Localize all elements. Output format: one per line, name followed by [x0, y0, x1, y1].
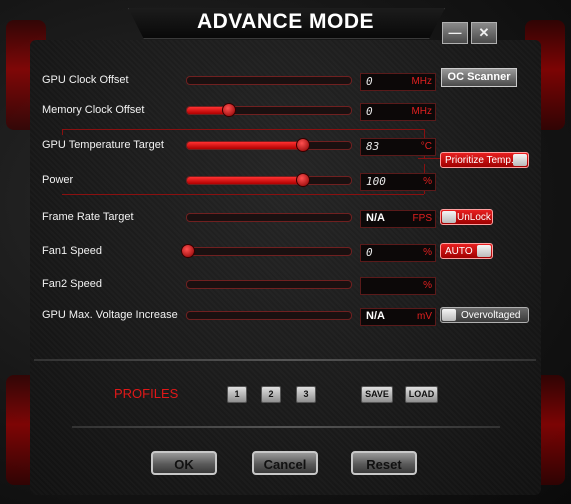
- control-value: 0: [366, 246, 373, 259]
- minimize-button[interactable]: —: [442, 22, 468, 44]
- control-slider[interactable]: [186, 138, 352, 152]
- overvoltaged-label: Overvoltaged: [461, 310, 521, 321]
- prioritize-temp-toggle[interactable]: Prioritize Temp.: [440, 152, 529, 168]
- control-value: 83: [366, 140, 380, 153]
- close-icon: ✕: [478, 25, 490, 40]
- slider-handle[interactable]: [222, 103, 236, 117]
- profile-save-button[interactable]: SAVE: [361, 386, 393, 403]
- control-value: 0: [366, 105, 373, 118]
- slider-fill: [187, 177, 302, 184]
- control-unit: %: [423, 247, 432, 258]
- control-slider[interactable]: [186, 213, 352, 222]
- control-slider[interactable]: [186, 76, 352, 85]
- prioritize-temp-label: Prioritize Temp.: [445, 155, 514, 166]
- control-value-field[interactable]: N/A FPS: [360, 210, 436, 228]
- control-value: 100: [366, 175, 386, 188]
- control-unit: %: [423, 280, 432, 291]
- slider-handle[interactable]: [295, 138, 310, 152]
- control-value: N/A: [366, 212, 385, 224]
- unlock-switch: [442, 211, 456, 223]
- cancel-button[interactable]: Cancel: [252, 451, 318, 475]
- profiles-label: PROFILES: [114, 386, 179, 401]
- control-value-field[interactable]: 0%: [360, 244, 436, 262]
- control-label: Frame Rate Target: [42, 211, 134, 223]
- control-label: GPU Max. Voltage Increase: [42, 309, 178, 321]
- slider-handle[interactable]: [295, 173, 310, 187]
- control-value: N/A: [366, 310, 385, 322]
- minimize-icon: —: [448, 25, 462, 40]
- slider-fill: [187, 142, 302, 149]
- control-slider[interactable]: [181, 244, 352, 258]
- temp-power-bracket-bottom: [62, 194, 424, 195]
- footer-divider: [72, 426, 500, 428]
- control-slider[interactable]: [186, 280, 352, 289]
- control-label: Fan2 Speed: [42, 278, 102, 290]
- control-unit: MHz: [411, 76, 432, 87]
- control-value-field[interactable]: N/A mV: [360, 308, 436, 326]
- control-label: GPU Temperature Target: [42, 139, 164, 151]
- slider-handle[interactable]: [181, 244, 195, 258]
- window-frame: ADVANCE MODE — ✕ OC Scanner GPU Clock Of…: [0, 0, 571, 504]
- temp-power-bracket-top: [62, 129, 424, 130]
- control-value-field[interactable]: 100%: [360, 173, 436, 191]
- control-unit: MHz: [411, 106, 432, 117]
- fan-auto-label: AUTO: [445, 246, 473, 257]
- control-value-field[interactable]: 83 °C: [360, 138, 436, 156]
- fan-auto-switch: [477, 245, 491, 257]
- unlock-label: UnLock: [457, 212, 491, 223]
- profile-slot-3[interactable]: 3: [296, 386, 316, 403]
- control-label: Memory Clock Offset: [42, 104, 145, 116]
- control-label: GPU Clock Offset: [42, 74, 129, 86]
- oc-scanner-button[interactable]: OC Scanner: [441, 68, 517, 87]
- reset-button[interactable]: Reset: [351, 451, 417, 475]
- temp-power-bracket-join: [418, 158, 440, 159]
- control-value: 0: [366, 75, 373, 88]
- control-slider[interactable]: [186, 311, 352, 320]
- fan-auto-toggle[interactable]: AUTO: [440, 243, 493, 259]
- control-unit: FPS: [412, 213, 432, 224]
- control-slider[interactable]: [186, 173, 352, 187]
- overvoltaged-toggle[interactable]: Overvoltaged: [440, 307, 529, 323]
- close-button[interactable]: ✕: [471, 22, 497, 44]
- prioritize-temp-switch: [513, 154, 527, 166]
- profile-slot-1[interactable]: 1: [227, 386, 247, 403]
- control-value-field[interactable]: 0 MHz: [360, 103, 436, 121]
- control-unit: mV: [417, 311, 432, 322]
- temp-power-bracket-left: [62, 129, 63, 135]
- control-value-field[interactable]: 0 MHz: [360, 73, 436, 91]
- overvoltaged-switch: [442, 309, 456, 321]
- window-title: ADVANCE MODE: [196, 10, 375, 33]
- ok-button[interactable]: OK: [151, 451, 217, 475]
- section-divider: [34, 359, 536, 361]
- control-value-field[interactable]: %: [360, 277, 436, 295]
- control-unit: %: [423, 176, 432, 187]
- unlock-toggle[interactable]: UnLock: [440, 209, 493, 225]
- control-unit: °C: [420, 141, 432, 152]
- control-label: Power: [42, 174, 74, 186]
- profile-load-button[interactable]: LOAD: [405, 386, 438, 403]
- control-slider[interactable]: [186, 103, 352, 117]
- control-label: Fan1 Speed: [42, 245, 102, 257]
- profile-slot-2[interactable]: 2: [261, 386, 281, 403]
